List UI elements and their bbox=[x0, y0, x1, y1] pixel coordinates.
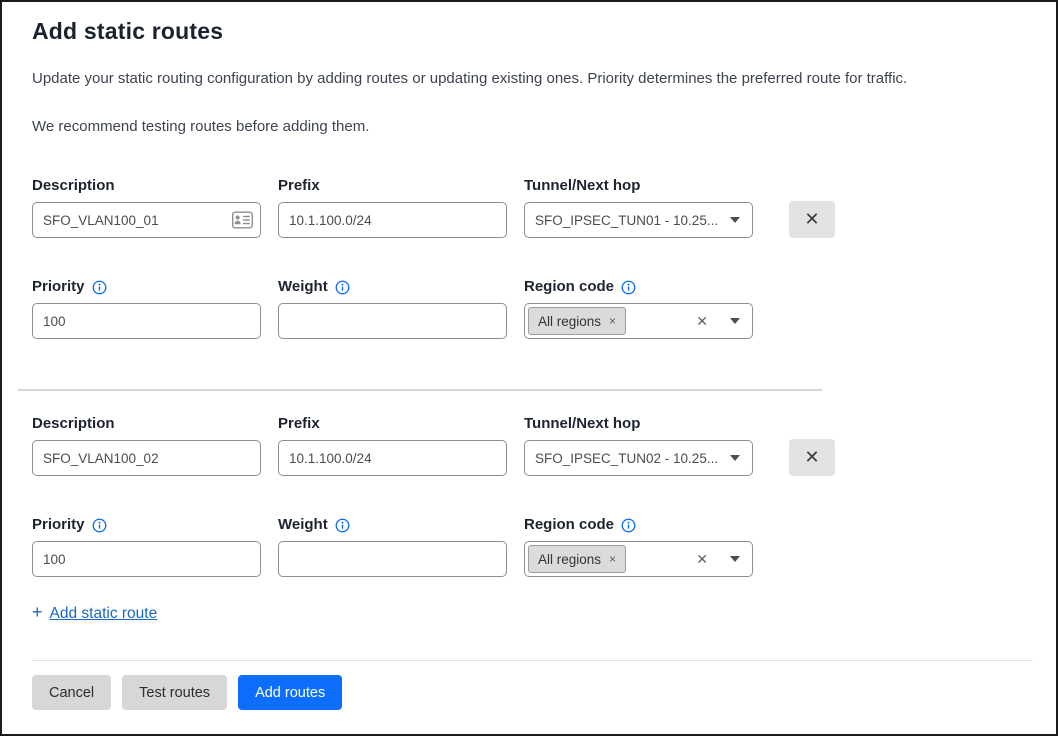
weight-label: Weight bbox=[278, 516, 507, 533]
region-label: Region code bbox=[524, 278, 753, 295]
weight-label-text: Weight bbox=[278, 278, 328, 295]
contact-card-icon[interactable] bbox=[232, 212, 253, 229]
priority-field-2: Priority bbox=[32, 516, 261, 577]
priority-field-1: Priority bbox=[32, 278, 261, 339]
route-1-secondary-row: Priority Weight bbox=[32, 278, 1026, 339]
description-label-text: Description bbox=[32, 177, 115, 194]
description-input[interactable] bbox=[32, 440, 261, 476]
add-static-route-link[interactable]: + Add static route bbox=[32, 603, 157, 624]
note-text: We recommend testing routes before addin… bbox=[32, 118, 1026, 135]
tunnel-select-value: SFO_IPSEC_TUN01 - 10.25... bbox=[535, 213, 722, 228]
info-icon[interactable] bbox=[335, 280, 350, 295]
tunnel-select-value: SFO_IPSEC_TUN02 - 10.25... bbox=[535, 451, 722, 466]
chevron-down-icon bbox=[730, 217, 740, 223]
prefix-input[interactable] bbox=[278, 440, 507, 476]
add-static-route-link-text: Add static route bbox=[50, 605, 158, 623]
plus-icon: + bbox=[32, 602, 43, 623]
description-field-2: Description bbox=[32, 415, 261, 476]
tunnel-label: Tunnel/Next hop bbox=[524, 415, 753, 432]
page-title: Add static routes bbox=[32, 18, 1026, 45]
priority-label-text: Priority bbox=[32, 516, 85, 533]
info-icon[interactable] bbox=[621, 280, 636, 295]
description-input[interactable] bbox=[32, 202, 261, 238]
region-tag: All regions × bbox=[528, 307, 626, 335]
tunnel-label: Tunnel/Next hop bbox=[524, 177, 753, 194]
prefix-label-text: Prefix bbox=[278, 415, 320, 432]
remove-route-button-1[interactable]: ✕ bbox=[789, 201, 835, 238]
region-tag-label: All regions bbox=[538, 314, 601, 329]
region-field-1: Region code All regions × bbox=[524, 278, 753, 339]
tunnel-select[interactable]: SFO_IPSEC_TUN01 - 10.25... bbox=[524, 202, 753, 238]
prefix-field-1: Prefix bbox=[278, 177, 507, 238]
route-divider bbox=[18, 389, 822, 391]
description-label: Description bbox=[32, 415, 261, 432]
route-entry-2: Description Prefix Tunnel/Next hop SFO_I… bbox=[32, 415, 1026, 577]
info-icon[interactable] bbox=[335, 518, 350, 533]
priority-input[interactable] bbox=[32, 541, 261, 577]
weight-field-2: Weight bbox=[278, 516, 507, 577]
prefix-field-2: Prefix bbox=[278, 415, 507, 476]
chevron-down-icon bbox=[730, 455, 740, 461]
remove-tag-icon[interactable]: × bbox=[609, 552, 616, 566]
region-label-text: Region code bbox=[524, 278, 614, 295]
description-field-1: Description bbox=[32, 177, 261, 238]
region-tag-label: All regions bbox=[538, 552, 601, 567]
priority-label: Priority bbox=[32, 516, 261, 533]
clear-icon[interactable]: ✕ bbox=[696, 313, 708, 330]
add-routes-button[interactable]: Add routes bbox=[238, 675, 342, 710]
region-field-2: Region code All regions × bbox=[524, 516, 753, 577]
priority-input[interactable] bbox=[32, 303, 261, 339]
remove-route-button-2[interactable]: ✕ bbox=[789, 439, 835, 476]
weight-label: Weight bbox=[278, 278, 507, 295]
add-static-routes-dialog: { "dialog": { "title": "Add static route… bbox=[0, 0, 1058, 736]
description-label: Description bbox=[32, 177, 261, 194]
tunnel-field-2: Tunnel/Next hop SFO_IPSEC_TUN02 - 10.25.… bbox=[524, 415, 753, 476]
chevron-down-icon bbox=[730, 556, 740, 562]
description-label-text: Description bbox=[32, 415, 115, 432]
region-label: Region code bbox=[524, 516, 753, 533]
route-2-main-row: Description Prefix Tunnel/Next hop SFO_I… bbox=[32, 415, 1026, 476]
chevron-down-icon bbox=[730, 318, 740, 324]
dialog-body: Add static routes Update your static rou… bbox=[2, 2, 1056, 624]
route-entry-1: Description bbox=[32, 177, 1026, 339]
prefix-label-text: Prefix bbox=[278, 177, 320, 194]
tunnel-label-text: Tunnel/Next hop bbox=[524, 177, 640, 194]
priority-label-text: Priority bbox=[32, 278, 85, 295]
weight-input[interactable] bbox=[278, 303, 507, 339]
info-icon[interactable] bbox=[92, 518, 107, 533]
test-routes-button[interactable]: Test routes bbox=[122, 675, 227, 710]
close-icon: ✕ bbox=[804, 447, 819, 468]
weight-input[interactable] bbox=[278, 541, 507, 577]
intro-text: Update your static routing configuration… bbox=[32, 70, 1026, 87]
info-icon[interactable] bbox=[621, 518, 636, 533]
region-tag: All regions × bbox=[528, 545, 626, 573]
info-icon[interactable] bbox=[92, 280, 107, 295]
tunnel-field-1: Tunnel/Next hop SFO_IPSEC_TUN01 - 10.25.… bbox=[524, 177, 753, 238]
prefix-label: Prefix bbox=[278, 415, 507, 432]
remove-tag-icon[interactable]: × bbox=[609, 314, 616, 328]
weight-field-1: Weight bbox=[278, 278, 507, 339]
route-1-main-row: Description bbox=[32, 177, 1026, 238]
region-select[interactable]: All regions × ✕ bbox=[524, 303, 753, 339]
tunnel-select[interactable]: SFO_IPSEC_TUN02 - 10.25... bbox=[524, 440, 753, 476]
close-icon: ✕ bbox=[804, 209, 819, 230]
cancel-button[interactable]: Cancel bbox=[32, 675, 111, 710]
tunnel-label-text: Tunnel/Next hop bbox=[524, 415, 640, 432]
weight-label-text: Weight bbox=[278, 516, 328, 533]
prefix-input[interactable] bbox=[278, 202, 507, 238]
prefix-label: Prefix bbox=[278, 177, 507, 194]
region-label-text: Region code bbox=[524, 516, 614, 533]
footer-divider bbox=[32, 660, 1033, 661]
clear-icon[interactable]: ✕ bbox=[696, 551, 708, 568]
route-2-secondary-row: Priority Weight bbox=[32, 516, 1026, 577]
region-select[interactable]: All regions × ✕ bbox=[524, 541, 753, 577]
footer-actions: Cancel Test routes Add routes bbox=[32, 675, 342, 710]
priority-label: Priority bbox=[32, 278, 261, 295]
